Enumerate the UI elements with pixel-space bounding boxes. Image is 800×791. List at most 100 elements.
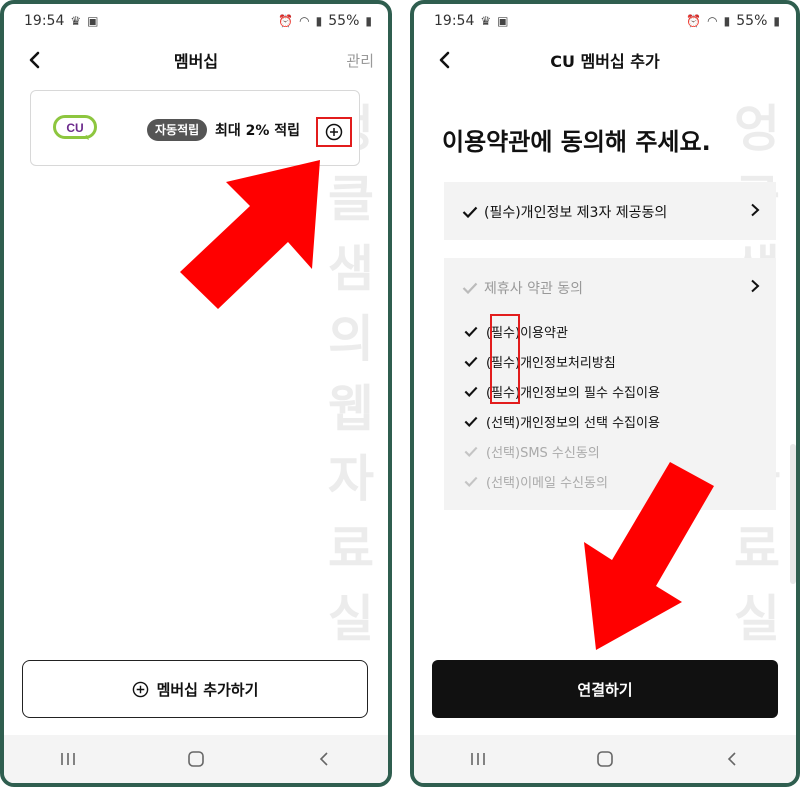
watermark-char: 클 (328, 170, 374, 228)
back-button[interactable] (20, 46, 48, 74)
watermark-char: 료 (328, 520, 374, 578)
back-icon (728, 752, 736, 766)
recent-apps-icon (61, 753, 75, 765)
recent-apps-icon (470, 753, 485, 765)
consent-item[interactable]: (필수) 개인정보의 필수 수집이용 (464, 382, 660, 401)
crown-icon: ♛ (70, 14, 82, 28)
alarm-icon: ⏰ (686, 14, 702, 28)
watermark-char: 자 (328, 450, 374, 508)
consent-item-prefix: (필수) (486, 326, 521, 341)
signal-icon: ▮ (723, 14, 731, 28)
system-back-button[interactable] (712, 744, 752, 774)
app-bar: 멤버십 관리 (4, 42, 388, 78)
consent-third-party-box[interactable]: (필수)개인정보 제3자 제공동의 (444, 182, 776, 240)
cu-logo: CU (53, 115, 97, 140)
consent-item-prefix: (필수) (486, 356, 521, 371)
status-time: 19:54 (24, 13, 65, 29)
consent-item[interactable]: (필수) 개인정보처리방침 (464, 352, 616, 371)
check-icon (464, 386, 486, 397)
add-membership-button[interactable]: 멤버십 추가하기 (22, 660, 368, 718)
plus-circle-icon (325, 123, 343, 141)
image-icon: ▣ (87, 14, 99, 28)
consent-item-prefix: (필수) (486, 386, 521, 401)
cu-logo-text: CU (66, 121, 83, 135)
home-icon (188, 751, 204, 767)
alarm-icon: ⏰ (278, 14, 294, 28)
consent-item-text: 이용약관 (520, 326, 568, 341)
check-icon (462, 282, 484, 294)
system-nav-bar (4, 735, 388, 783)
watermark-char: 의 (328, 310, 374, 368)
system-nav-bar (414, 735, 796, 783)
terms-headline: 이용약관에 동의해 주세요. (442, 128, 711, 156)
back-button[interactable] (430, 46, 458, 74)
check-icon (462, 206, 484, 218)
app-bar: CU 멤버십 추가 (414, 42, 796, 78)
page-title: 멤버십 (173, 52, 219, 71)
consent-item[interactable]: (필수) 이용약관 (464, 322, 568, 341)
watermark-char: 실 (734, 590, 780, 648)
auto-earn-badge: 자동적립 (147, 119, 208, 141)
battery-text: 55% (328, 13, 360, 29)
battery-text: 55% (736, 13, 768, 29)
consent-item-text: SMS 수신동의 (520, 446, 600, 461)
connect-button[interactable]: 연결하기 (432, 660, 778, 718)
battery-icon: ▮ (365, 14, 372, 28)
consent-item[interactable]: (선택) SMS 수신동의 (464, 442, 600, 461)
add-membership-icon-button[interactable] (316, 117, 352, 147)
partner-terms-title: 제휴사 약관 동의 (484, 281, 584, 297)
chevron-right-icon (750, 279, 760, 297)
crown-icon: ♛ (480, 14, 492, 28)
chevron-left-icon (29, 51, 40, 69)
consent-item-text: 개인정보의 필수 수집이용 (520, 386, 660, 401)
signal-icon: ▮ (315, 14, 323, 28)
partner-terms-box: 제휴사 약관 동의 (필수) 이용약관 (필수) 개인정보처리방침 (필수) 개인정보… (444, 258, 776, 510)
watermark-char: 샘 (328, 240, 374, 298)
plus-circle-icon (132, 681, 148, 697)
check-icon (464, 416, 486, 427)
consent-label: (필수)개인정보 제3자 제공동의 (484, 205, 668, 221)
status-bar: 19:54 ♛ ▣ ⏰ ◠ ▮ 55% ▮ (414, 4, 796, 38)
add-membership-label: 멤버십 추가하기 (156, 680, 259, 699)
benefit-text: 최대 2% 적립 (215, 123, 301, 139)
battery-icon: ▮ (773, 14, 780, 28)
check-icon (464, 446, 486, 457)
phone-screen-left: 19:54 ♛ ▣ ⏰ ◠ ▮ 55% ▮ 멤버십 관리 엉 클 샘 의 웹 자… (0, 0, 392, 787)
watermark-char: 실 (328, 590, 374, 648)
check-icon (464, 356, 486, 367)
consent-item-text: 이메일 수신동의 (520, 476, 608, 491)
check-icon (464, 326, 486, 337)
side-scroll-handle[interactable] (790, 444, 796, 584)
consent-row[interactable]: (필수)개인정보 제3자 제공동의 (462, 202, 766, 222)
status-time: 19:54 (434, 13, 475, 29)
watermark: 엉 클 샘 의 웹 자 료 실 (318, 94, 384, 654)
recent-apps-button[interactable] (48, 744, 88, 774)
consent-item-text: 개인정보처리방침 (520, 356, 616, 371)
manage-link[interactable]: 관리 (346, 50, 374, 71)
wifi-icon: ◠ (707, 14, 718, 28)
home-button[interactable] (176, 744, 216, 774)
red-arrow-up-right (180, 160, 320, 309)
chevron-right-icon (750, 203, 760, 221)
consent-item-prefix: (선택) (486, 416, 521, 431)
recent-apps-button[interactable] (458, 744, 498, 774)
system-back-button[interactable] (304, 744, 344, 774)
check-icon (464, 476, 486, 487)
partner-terms-header[interactable]: 제휴사 약관 동의 (462, 278, 766, 298)
consent-item-prefix: (선택) (486, 476, 521, 491)
consent-item[interactable]: (선택) 이메일 수신동의 (464, 472, 608, 491)
status-bar: 19:54 ♛ ▣ ⏰ ◠ ▮ 55% ▮ (4, 4, 388, 38)
membership-card[interactable]: CU 자동적립 최대 2% 적립 (30, 90, 360, 166)
phone-screen-right: 19:54 ♛ ▣ ⏰ ◠ ▮ 55% ▮ CU 멤버십 추가 엉 클 샘 의 … (410, 0, 800, 787)
image-icon: ▣ (497, 14, 509, 28)
watermark-char: 엉 (734, 100, 780, 158)
home-icon (597, 751, 613, 767)
consent-item[interactable]: (선택) 개인정보의 선택 수집이용 (464, 412, 660, 431)
consent-item-prefix: (선택) (486, 446, 521, 461)
watermark-char: 웹 (328, 380, 374, 438)
page-title: CU 멤버십 추가 (550, 52, 660, 71)
home-button[interactable] (585, 744, 625, 774)
watermark-char: 료 (734, 520, 780, 578)
back-icon (319, 752, 328, 766)
consent-item-text: 개인정보의 선택 수집이용 (520, 416, 660, 431)
